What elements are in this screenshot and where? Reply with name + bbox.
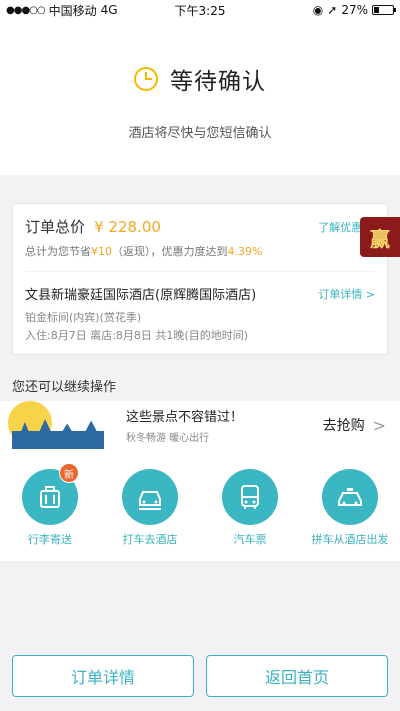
network-type: 4G [100,3,118,17]
win-promo-badge[interactable]: 赢 [360,217,400,257]
status-bar: ●●●○○ 中国移动 4G 下午3:25 ◉ ➚ 27% [0,0,400,20]
taxi-icon [122,469,178,525]
promo-action-label: 去抢购 [322,418,365,434]
back-home-button[interactable]: 返回首页 [206,655,388,697]
bottom-bar: 订单详情 返回首页 [0,649,400,711]
status-right: ◉ ➚ 27% [312,3,396,17]
hotel-row: 文县新瑞豪廷国际酒店(原辉腾国际酒店) 订单详情 > [13,272,387,304]
service-luggage[interactable]: 新 行李寄送 [5,463,95,561]
order-total-label: 订单总价 [25,218,86,236]
service-bus[interactable]: 汽车票 [205,469,295,561]
promo-title: 这些景点不容错过！ [126,410,244,425]
service-label: 拼车从酒店出发 [311,533,389,546]
service-taxi[interactable]: 打车去酒店 [105,469,195,561]
taxi-svg [139,491,161,510]
page-title: 等待确认 [170,69,266,95]
order-total-price: ¥ 228.00 [94,218,161,236]
order-detail-link[interactable]: 订单详情 > [318,286,375,302]
saving-summary: 总计为您节省¥10（返现），优惠力度达到4.39% [13,237,387,259]
carpool-svg [338,488,362,506]
signal-strength-icon: ●●●○○ [6,4,46,16]
learn-offer-label: 了解优惠 [318,220,363,234]
carrier-name: 中国移动 [48,3,97,18]
order-total: 订单总价 ¥ 228.00 [25,216,161,237]
promo-buy-button[interactable]: 去抢购 > [323,415,400,435]
room-type: 铂金标间(内宾)(赏花季) [25,311,142,324]
promo-text: 这些景点不容错过！ 秋冬畅游 暖心出行 [110,406,323,444]
services-row: 新 行李寄送 打车去酒店 汽车票 拼车从酒店出发 [0,449,400,561]
order-detail-button[interactable]: 订单详情 [12,655,194,697]
promo-banner[interactable]: 这些景点不容错过！ 秋冬畅游 暖心出行 去抢购 > [0,401,400,449]
order-detail-link-label: 订单详情 [318,287,363,301]
stay-dates: 入住:8月7日 离店:8月8日 共1晚(目的地时间) [25,329,248,342]
status-left: ●●●○○ 中国移动 4G [6,2,118,19]
luggage-svg [40,486,60,508]
service-carpool[interactable]: 拼车从酒店出发 [305,469,395,561]
section-title: 您还可以继续操作 [12,380,117,395]
chevron-right-icon: > [365,287,375,301]
title-row: 等待确认 [0,62,400,96]
battery-fill [374,7,380,13]
header: 等待确认 酒店将尽快与您短信确认 [0,20,400,175]
header-subtitle: 酒店将尽快与您短信确认 [128,126,272,141]
saving-amount: ¥10 [91,245,112,258]
order-total-row: 订单总价 ¥ 228.00 了解优惠 > [13,204,387,237]
service-label: 打车去酒店 [122,533,178,546]
battery-percent: 27% [341,3,368,17]
saving-mid: （返现），优惠力度达到 [112,245,228,258]
promo-subtitle: 秋冬畅游 暖心出行 [126,433,210,444]
saving-prefix: 总计为您节省 [25,245,91,258]
hotel-name: 文县新瑞豪廷国际酒店(原辉腾国际酒店) [25,288,257,303]
lock-rotation-icon: ◉ [312,3,324,17]
saving-percent: 4.39% [227,245,263,258]
order-card: 订单总价 ¥ 228.00 了解优惠 > 总计为您节省¥10（返现），优惠力度达… [12,203,388,355]
new-badge: 新 [59,463,79,483]
battery-icon [372,5,396,15]
service-label: 行李寄送 [28,533,72,546]
location-icon: ➚ [327,3,338,17]
service-label: 汽车票 [233,533,267,546]
promo-castle-illustration [0,401,110,449]
carpool-icon [322,469,378,525]
clock-icon [134,67,158,91]
bus-svg [241,485,259,509]
bus-icon [222,469,278,525]
chevron-right-icon: > [372,415,386,435]
